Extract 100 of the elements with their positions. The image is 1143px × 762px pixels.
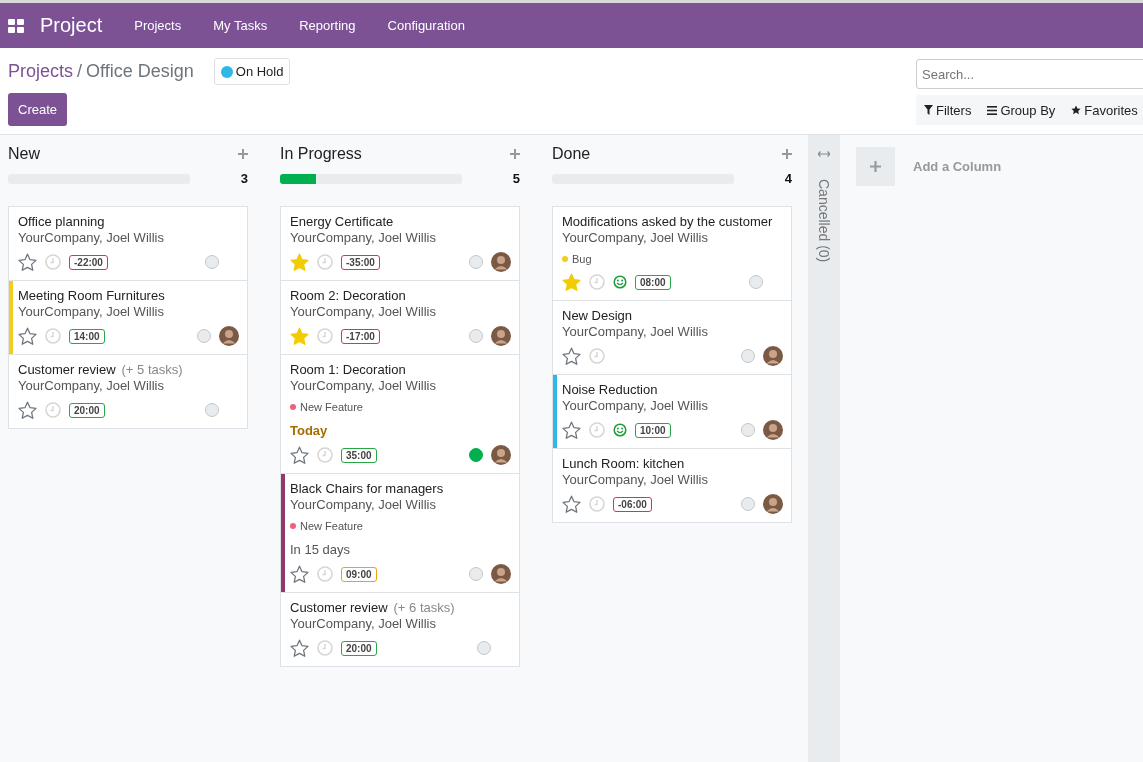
tag-label: New Feature xyxy=(300,401,363,413)
menu-item[interactable]: Reporting xyxy=(283,18,372,33)
star-icon[interactable] xyxy=(562,420,581,440)
task-card[interactable]: Black Chairs for managers YourCompany, Joel Willis New Feature In 15 days 09:00 xyxy=(281,474,519,593)
search-option-button[interactable]: Filters xyxy=(920,102,976,118)
planned-hours-badge: -22:00 xyxy=(69,254,108,270)
search-option-button[interactable]: Group By xyxy=(983,102,1060,118)
task-title: Office planning xyxy=(18,214,105,229)
status-circle[interactable] xyxy=(469,448,483,462)
planned-hours-badge: 08:00 xyxy=(635,274,671,290)
search-option-button[interactable]: Favorites xyxy=(1067,102,1142,118)
status-circle[interactable] xyxy=(469,567,483,581)
task-title: Noise Reduction xyxy=(562,382,658,397)
task-subtitle: YourCompany, Joel Willis xyxy=(18,304,165,319)
column-count: 4 xyxy=(784,171,792,186)
menu-item[interactable]: Configuration xyxy=(371,18,481,33)
task-title: Customer review xyxy=(18,362,116,377)
plus-icon[interactable] xyxy=(510,149,520,159)
star-icon[interactable] xyxy=(18,326,37,346)
task-card[interactable]: Office planning YourCompany, Joel Willis -22:00 xyxy=(9,207,247,281)
status-circle[interactable] xyxy=(741,497,755,511)
deadline-text: In 15 days xyxy=(290,542,351,557)
clock-icon[interactable] xyxy=(589,274,605,290)
task-card[interactable]: Energy Certificate YourCompany, Joel Willis -35:00 xyxy=(281,207,519,281)
breadcrumb-separator: / xyxy=(77,61,83,82)
planned-hours-badge: 09:00 xyxy=(341,566,377,582)
task-card[interactable]: Room 1: Decoration YourCompany, Joel Willis New Feature Today 35:00 xyxy=(281,355,519,474)
create-button[interactable]: Create xyxy=(8,93,68,126)
folded-column-title: Cancelled (0) xyxy=(816,179,832,263)
task-title: Meeting Room Furnitures xyxy=(18,288,165,303)
app-title: Project xyxy=(40,14,103,37)
task-card[interactable]: Customer review (+ 5 tasks) YourCompany, Joel Willis 20:00 xyxy=(9,355,247,428)
status-circle[interactable] xyxy=(741,349,755,363)
status-circle[interactable] xyxy=(469,329,483,343)
clock-icon[interactable] xyxy=(589,422,605,438)
status-circle[interactable] xyxy=(741,423,755,437)
star-icon[interactable] xyxy=(18,252,37,272)
task-subtitle: YourCompany, Joel Willis xyxy=(290,230,437,245)
task-subtitle: YourCompany, Joel Willis xyxy=(290,304,437,319)
folded-column[interactable]: Cancelled (0) xyxy=(808,135,840,762)
tag-label: Bug xyxy=(572,253,592,265)
star-icon[interactable] xyxy=(290,445,309,465)
clock-icon[interactable] xyxy=(589,348,605,364)
planned-hours-badge: 14:00 xyxy=(69,328,105,344)
search-field[interactable]: Search... xyxy=(916,59,1143,89)
task-card[interactable]: Noise Reduction YourCompany, Joel Willis 10:00 xyxy=(553,375,791,449)
planned-hours-badge: 10:00 xyxy=(635,422,671,438)
star-icon[interactable] xyxy=(562,346,581,366)
tag-label: New Feature xyxy=(300,520,363,532)
task-title: Modifications asked by the customer xyxy=(562,214,773,229)
status-circle[interactable] xyxy=(205,403,219,417)
clock-icon[interactable] xyxy=(317,566,333,582)
star-icon[interactable] xyxy=(290,564,309,584)
column-count: 5 xyxy=(512,171,520,186)
plus-icon xyxy=(870,161,881,172)
task-card[interactable]: Lunch Room: kitchen YourCompany, Joel Willis -06:00 xyxy=(553,449,791,522)
task-title: Room 2: Decoration xyxy=(290,288,406,303)
clock-icon[interactable] xyxy=(317,640,333,656)
subtask-count: (+ 5 tasks) xyxy=(121,362,183,377)
task-card[interactable]: Modifications asked by the customer YourCompany, Joel Willis Bug 08:00 xyxy=(553,207,791,301)
star-icon[interactable] xyxy=(18,400,37,420)
status-circle[interactable] xyxy=(477,641,491,655)
column-title: New xyxy=(8,145,40,163)
status-circle[interactable] xyxy=(749,275,763,289)
menu-item[interactable]: My Tasks xyxy=(197,18,284,33)
task-subtitle: YourCompany, Joel Willis xyxy=(18,378,165,393)
planned-hours-badge: -06:00 xyxy=(613,496,652,512)
task-subtitle: YourCompany, Joel Willis xyxy=(290,497,437,512)
star-icon[interactable] xyxy=(290,638,309,658)
task-title: Customer review xyxy=(290,600,388,615)
clock-icon[interactable] xyxy=(45,254,61,270)
status-circle[interactable] xyxy=(197,329,211,343)
task-card[interactable]: Customer review (+ 6 tasks) YourCompany, Joel Willis 20:00 xyxy=(281,593,519,666)
status-circle[interactable] xyxy=(469,255,483,269)
project-status-button[interactable]: On Hold xyxy=(213,58,291,85)
column-count: 3 xyxy=(240,171,248,186)
clock-icon[interactable] xyxy=(317,254,333,270)
clock-icon[interactable] xyxy=(317,447,333,463)
clock-icon[interactable] xyxy=(589,496,605,512)
clock-icon[interactable] xyxy=(317,328,333,344)
clock-icon[interactable] xyxy=(45,328,61,344)
star-icon[interactable] xyxy=(562,494,581,514)
menu-item[interactable]: Projects xyxy=(118,18,198,33)
plus-icon[interactable] xyxy=(238,149,248,159)
status-circle[interactable] xyxy=(205,255,219,269)
task-subtitle: YourCompany, Joel Willis xyxy=(562,472,709,487)
add-column-button[interactable] xyxy=(856,147,895,186)
task-title: Energy Certificate xyxy=(290,214,394,229)
task-card[interactable]: Room 2: Decoration YourCompany, Joel Willis -17:00 xyxy=(281,281,519,355)
breadcrumb-link[interactable]: Projects xyxy=(8,61,74,82)
task-subtitle: YourCompany, Joel Willis xyxy=(290,378,437,393)
task-card[interactable]: Meeting Room Furnitures YourCompany, Joel Willis 14:00 xyxy=(9,281,247,355)
task-title: New Design xyxy=(562,308,633,323)
apps-menu-icon[interactable] xyxy=(8,17,24,34)
expand-icon[interactable] xyxy=(818,151,830,157)
list-icon xyxy=(987,105,998,115)
clock-icon[interactable] xyxy=(45,402,61,418)
column-title: In Progress xyxy=(280,145,362,163)
plus-icon[interactable] xyxy=(782,149,792,159)
task-card[interactable]: New Design YourCompany, Joel Willis xyxy=(553,301,791,375)
